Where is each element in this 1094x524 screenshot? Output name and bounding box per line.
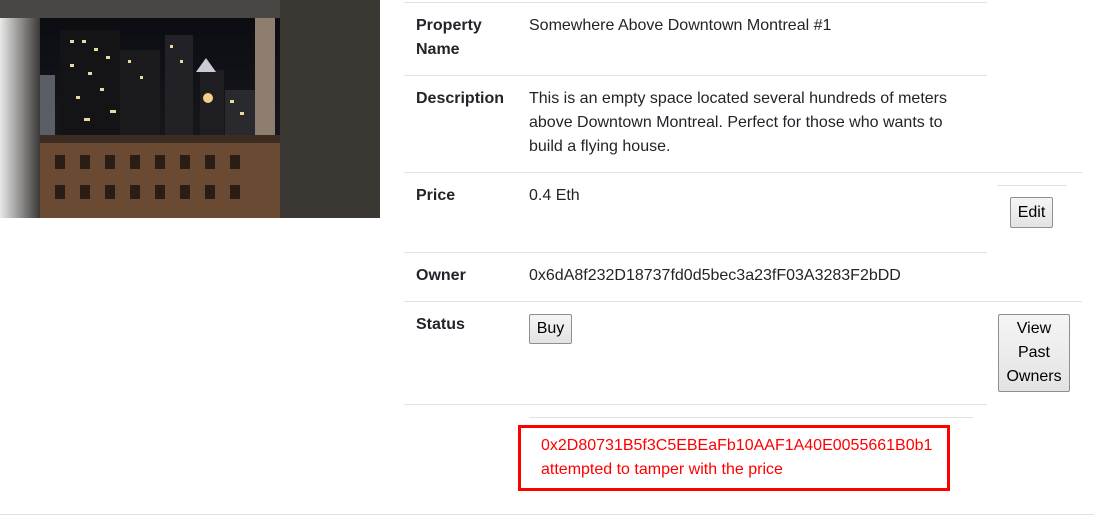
property-name-label: Property Name xyxy=(416,17,482,58)
tamper-message: attempted to tamper with the price xyxy=(541,461,783,478)
edit-button[interactable]: Edit xyxy=(1010,197,1053,228)
row-divider xyxy=(404,75,987,76)
tamper-address: 0x2D80731B5f3C5EBEaFb10AAF1A40E0055661B0… xyxy=(541,437,933,454)
page-bottom-divider xyxy=(0,514,1094,515)
row-divider xyxy=(404,404,987,405)
description-label: Description xyxy=(416,90,505,107)
description-value: This is an empty space located several h… xyxy=(529,90,947,155)
status-label: Status xyxy=(416,316,465,333)
property-name-value: Somewhere Above Downtown Montreal #1 xyxy=(529,17,832,34)
row-divider xyxy=(404,172,1082,173)
row-divider xyxy=(997,185,1067,186)
property-photo xyxy=(0,0,380,218)
tamper-alert: 0x2D80731B5f3C5EBEaFb10AAF1A40E0055661B0… xyxy=(518,425,950,491)
view-past-owners-button[interactable]: View Past Owners xyxy=(998,314,1070,392)
price-value: 0.4 Eth xyxy=(529,187,580,204)
row-divider xyxy=(529,417,973,418)
owner-address: 0x6dA8f232D18737fd0d5bec3a23fF03A3283F2b… xyxy=(529,267,901,284)
buy-button[interactable]: Buy xyxy=(529,314,572,344)
row-divider xyxy=(404,2,987,3)
price-label: Price xyxy=(416,187,456,204)
row-divider xyxy=(404,301,1082,302)
owner-label: Owner xyxy=(416,267,466,284)
row-divider xyxy=(404,252,987,253)
